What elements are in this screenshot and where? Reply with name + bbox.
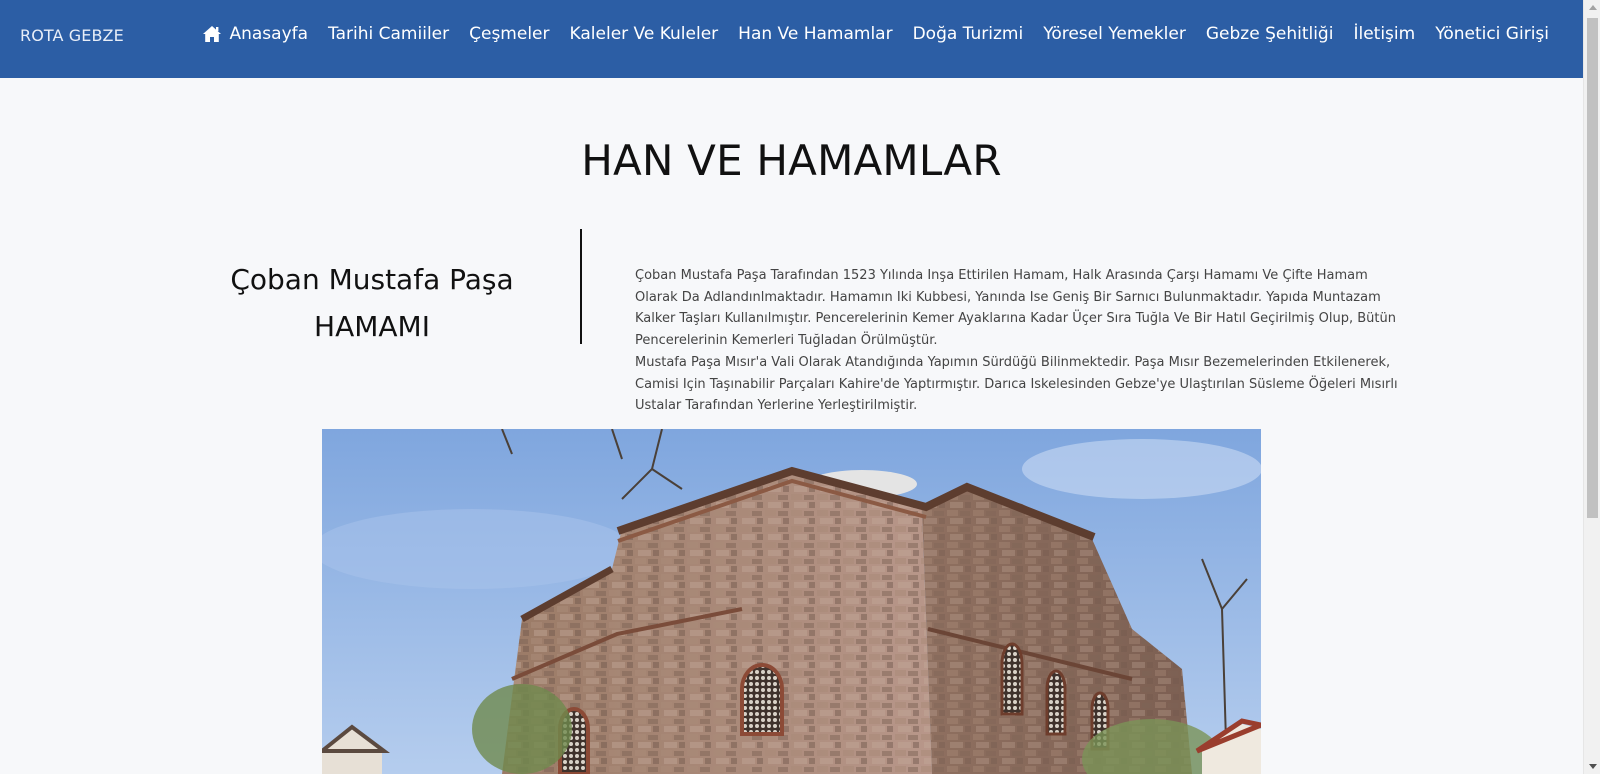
brand-link[interactable]: ROTA GEBZE [20, 26, 124, 45]
section-heading-line1: Çoban Mustafa Paşa [230, 263, 514, 296]
nav-item-tarihi-camiiler[interactable]: Tarihi Camiiler [328, 24, 449, 44]
nav-item-gebze-sehitligi[interactable]: Gebze Şehitliği [1206, 24, 1334, 44]
scroll-down-arrow-icon[interactable] [1589, 764, 1597, 769]
page-scrollbar[interactable] [1583, 0, 1600, 774]
description-paragraph-2: Mustafa Paşa Mısır'a Vali Olarak Atandığ… [635, 354, 1398, 414]
nav-item-yoresel-yemekler[interactable]: Yöresel Yemekler [1043, 24, 1186, 44]
nav-item-anasayfa[interactable]: Anasayfa [202, 24, 308, 44]
nav-menu: Anasayfa Tarihi Camiiler Çeşmeler Kalele… [202, 24, 1549, 44]
nav-item-doga-turizmi[interactable]: Doğa Turizmi [913, 24, 1024, 44]
scrollbar-thumb[interactable] [1587, 18, 1598, 518]
section-heading-line2: HAMAMI [314, 310, 430, 343]
navbar: ROTA GEBZE Anasayfa Tarihi Camiiler Çeşm… [0, 0, 1583, 78]
nav-item-cesmeler[interactable]: Çeşmeler [469, 24, 549, 44]
nav-item-yonetici-girisi[interactable]: Yönetici Girişi [1435, 24, 1549, 44]
hamam-photo [322, 429, 1261, 774]
vertical-divider [580, 229, 582, 344]
home-icon [203, 26, 222, 42]
nav-item-kaleler-ve-kuleler[interactable]: Kaleler Ve Kuleler [570, 24, 719, 44]
nav-item-han-ve-hamamlar[interactable]: Han Ve Hamamlar [738, 24, 892, 44]
page-title: HAN VE HAMAMLAR [581, 136, 1002, 185]
scroll-up-arrow-icon[interactable] [1589, 5, 1597, 10]
section-description: Çoban Mustafa Paşa Tarafından 1523 Yılın… [635, 265, 1405, 417]
section-heading: Çoban Mustafa Paşa HAMAMI [222, 256, 522, 350]
nav-item-label: Anasayfa [229, 24, 309, 44]
description-paragraph-1: Çoban Mustafa Paşa Tarafından 1523 Yılın… [635, 268, 1396, 349]
nav-item-iletisim[interactable]: İletişim [1353, 24, 1415, 44]
